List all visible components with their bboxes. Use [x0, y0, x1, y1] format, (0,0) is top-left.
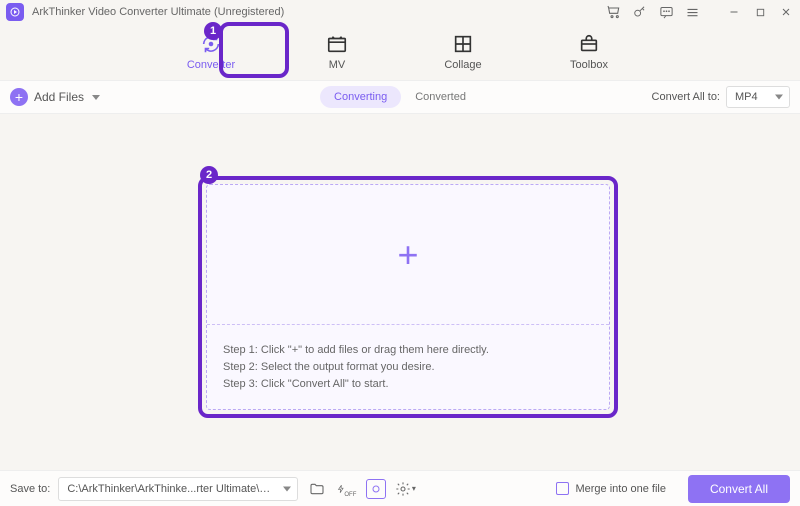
tab-collage-label: Collage [444, 59, 481, 71]
main-tabs: Converter MV Collage Toolbox [0, 24, 800, 80]
collage-icon [452, 33, 474, 55]
conversion-status-tabs: Converting Converted [320, 86, 480, 108]
add-files-button[interactable]: + Add Files [10, 88, 100, 106]
tab-collage[interactable]: Collage [433, 24, 493, 80]
convert-all-button-label: Convert All [710, 482, 768, 496]
tab-mv-label: MV [329, 59, 346, 71]
gpu-toggle[interactable] [366, 479, 386, 499]
merge-label: Merge into one file [575, 483, 666, 495]
chevron-down-icon [775, 95, 783, 100]
add-plus-icon: + [397, 234, 418, 276]
merge-checkbox[interactable]: Merge into one file [556, 482, 666, 495]
mv-icon [326, 33, 348, 55]
tab-converting[interactable]: Converting [320, 86, 401, 108]
step-2-text: Step 2: Select the output format you des… [223, 361, 593, 373]
add-files-label: Add Files [34, 90, 84, 104]
dropzone-annotation: + Step 1: Click "+" to add files or drag… [198, 176, 618, 418]
save-path-select[interactable]: C:\ArkThinker\ArkThinke...rter Ultimate\… [58, 477, 298, 501]
output-format-select[interactable]: MP4 [726, 86, 790, 108]
open-folder-button[interactable] [306, 478, 328, 500]
dropzone-instructions: Step 1: Click "+" to add files or drag t… [207, 325, 609, 409]
tab-converted[interactable]: Converted [401, 86, 480, 108]
dropzone-add-area[interactable]: + [207, 185, 609, 325]
output-format-value: MP4 [735, 91, 758, 103]
main-area: 2 + Step 1: Click "+" to add files or dr… [0, 114, 800, 470]
feedback-icon[interactable] [658, 4, 674, 20]
save-to-label: Save to: [10, 483, 50, 495]
cart-icon[interactable] [606, 4, 622, 20]
app-title: ArkThinker Video Converter Ultimate (Unr… [32, 6, 284, 18]
chevron-down-icon [283, 486, 291, 491]
step-1-text: Step 1: Click "+" to add files or drag t… [223, 344, 593, 356]
step-3-text: Step 3: Click "Convert All" to start. [223, 378, 593, 390]
bottombar: Save to: C:\ArkThinker\ArkThinke...rter … [0, 470, 800, 506]
chevron-down-icon [92, 95, 100, 100]
convert-all-to: Convert All to: MP4 [652, 86, 790, 108]
annotation-badge-1: 1 [204, 22, 222, 40]
tab-toolbox[interactable]: Toolbox [559, 24, 619, 80]
tab-converter-label: Converter [187, 59, 235, 71]
toolbox-icon [578, 33, 600, 55]
convert-all-to-label: Convert All to: [652, 91, 720, 103]
key-icon[interactable] [632, 4, 648, 20]
annotation-badge-2: 2 [200, 166, 218, 184]
settings-button[interactable]: ▾ [394, 478, 416, 500]
titlebar-controls [606, 4, 794, 20]
menu-icon[interactable] [684, 4, 700, 20]
titlebar: ArkThinker Video Converter Ultimate (Unr… [0, 0, 800, 24]
plus-icon: + [10, 88, 28, 106]
tab-toolbox-label: Toolbox [570, 59, 608, 71]
subbar: + Add Files Converting Converted Convert… [0, 80, 800, 114]
checkbox-icon [556, 482, 569, 495]
dropzone[interactable]: + Step 1: Click "+" to add files or drag… [206, 184, 610, 410]
hw-accel-toggle[interactable]: OFF [336, 478, 358, 500]
convert-all-button[interactable]: Convert All [688, 475, 790, 503]
app-logo [6, 3, 24, 21]
save-path-value: C:\ArkThinker\ArkThinke...rter Ultimate\… [67, 483, 298, 495]
tab-mv[interactable]: MV [307, 24, 367, 80]
maximize-button[interactable] [752, 4, 768, 20]
close-button[interactable] [778, 4, 794, 20]
minimize-button[interactable] [726, 4, 742, 20]
